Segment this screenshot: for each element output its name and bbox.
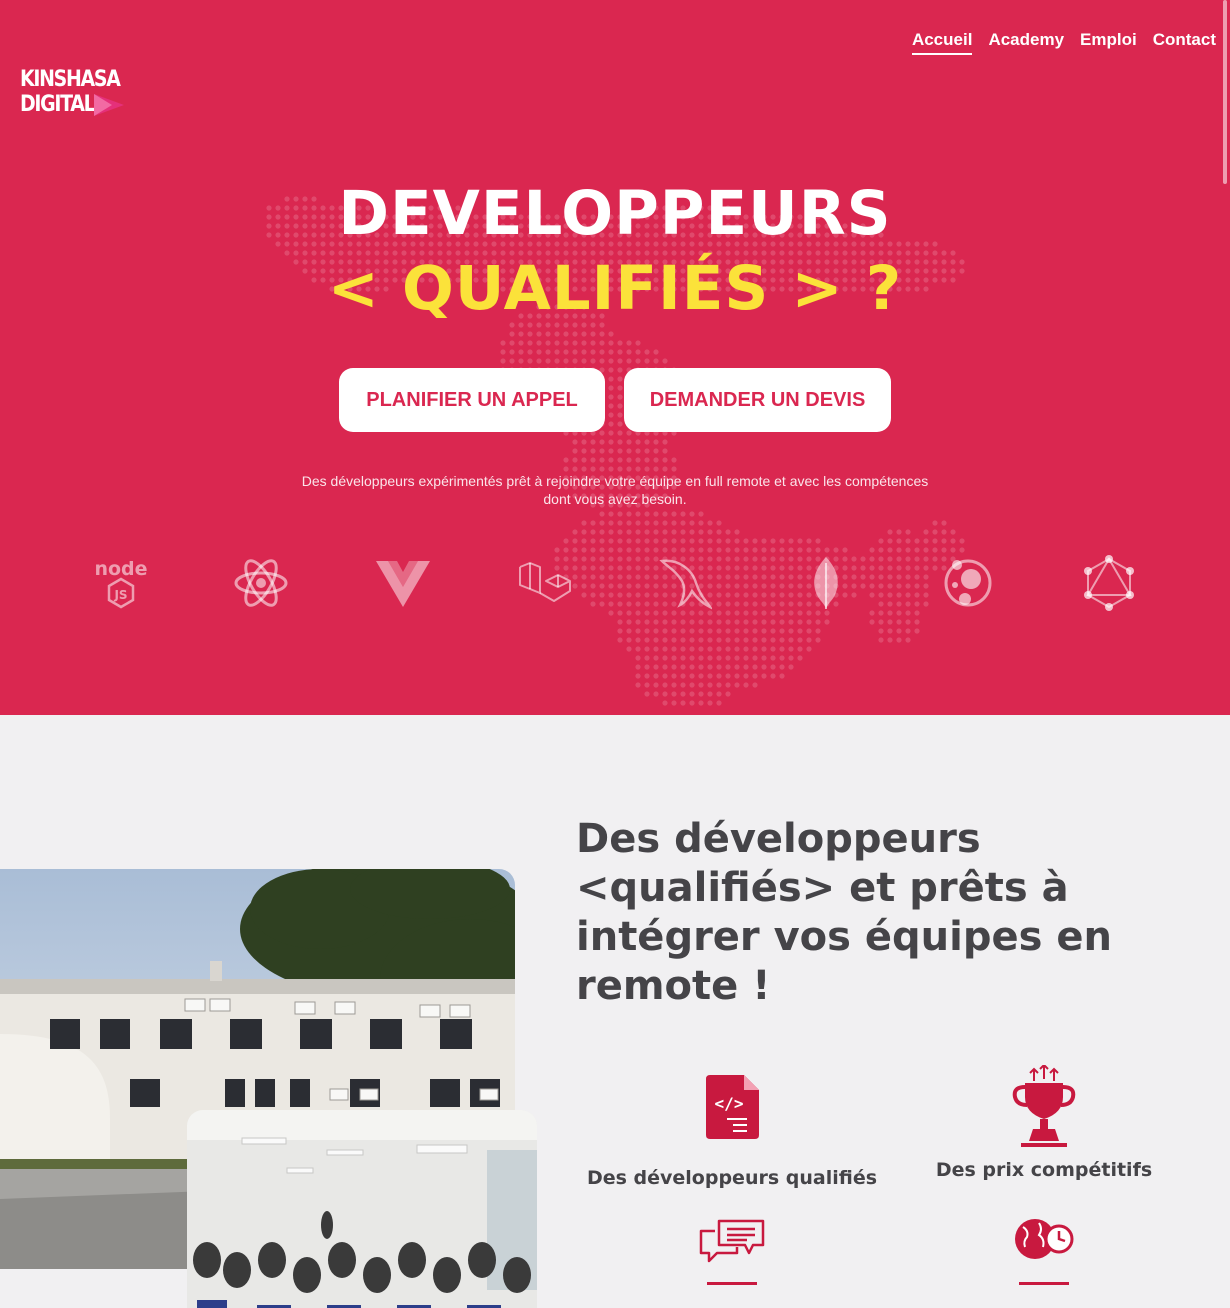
nav-emploi[interactable]: Emploi [1080, 30, 1137, 55]
graphql-icon [1082, 555, 1136, 611]
about-section: Des développeurs <qualifiés> et prêts à … [0, 715, 1230, 1308]
request-quote-button[interactable]: DEMANDER UN DEVIS [624, 368, 891, 432]
globe-clock-icon [1009, 1217, 1079, 1263]
classroom-photo [187, 1110, 537, 1308]
svg-text:</>: </> [715, 1094, 744, 1113]
scrollbar[interactable] [1223, 0, 1227, 184]
hero-section: KINSHASA DIGITAL Accueil Academy Emploi … [0, 0, 1230, 715]
brand-line2: DIGITAL [20, 92, 96, 117]
feature-label: Des développeurs qualifiés [586, 1167, 878, 1189]
chat-bubbles-icon [697, 1217, 767, 1263]
play-triangle-icon [94, 94, 124, 116]
feature-timezone [889, 1217, 1199, 1263]
ember-icon [941, 555, 995, 611]
feature-prices: Des prix compétitifs [889, 1063, 1199, 1181]
trophy-icon [1009, 1063, 1079, 1151]
hero-title-line2: < QUALIFIÉS > ? [327, 253, 903, 324]
brand-line1: KINSHASA [20, 67, 121, 92]
feature-communication [577, 1217, 887, 1263]
react-icon [234, 555, 288, 611]
vue-icon [376, 555, 430, 611]
svg-text:node: node [94, 558, 147, 580]
laravel-icon [518, 555, 572, 611]
feature-qualified: </> Des développeurs qualifiés [577, 1073, 887, 1189]
mongodb-icon [799, 555, 853, 611]
feature-divider [707, 1282, 757, 1285]
feature-divider [1019, 1282, 1069, 1285]
svg-text:JS: JS [113, 588, 127, 602]
hero-subtitle: Des développeurs expérimentés prêt à rej… [301, 473, 929, 507]
brand-logo[interactable]: KINSHASA DIGITAL [20, 66, 130, 122]
section-title: Des développeurs <qualifiés> et prêts à … [576, 816, 1112, 1009]
hero-title-line1: DEVELOPPEURS [338, 178, 892, 249]
nav-contact[interactable]: Contact [1153, 30, 1216, 55]
nav-academy[interactable]: Academy [988, 30, 1064, 55]
mysql-icon [658, 555, 712, 611]
feature-label: Des prix compétitifs [935, 1159, 1153, 1181]
plan-call-button[interactable]: PLANIFIER UN APPEL [339, 368, 605, 432]
nav-accueil[interactable]: Accueil [911, 30, 973, 55]
main-nav: Accueil Academy Emploi Contact [911, 30, 1216, 55]
world-map-dots [266, 196, 965, 706]
code-file-icon: </> [697, 1073, 767, 1151]
nodejs-icon: node JS [94, 555, 148, 611]
